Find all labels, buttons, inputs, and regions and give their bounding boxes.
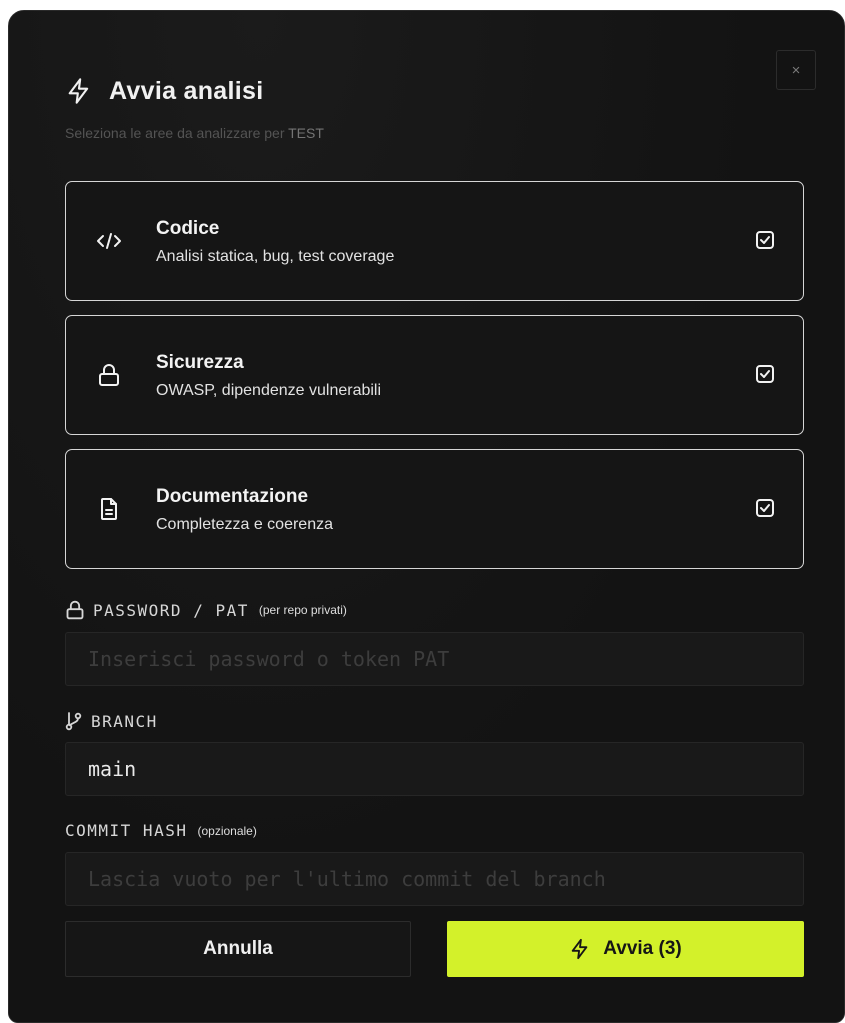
code-icon [94,226,124,256]
commit-hash-input[interactable]: Lascia vuoto per l'ultimo commit del bra… [65,852,804,906]
start-button-label: Avvia (3) [603,938,682,959]
document-icon [94,494,124,524]
checkbox-checked-icon[interactable] [755,364,775,384]
branch-input[interactable]: main [65,742,804,796]
branch-label-text: BRANCH [91,711,158,731]
password-label: PASSWORD / PAT (per repo privati) [65,600,347,620]
area-description: OWASP, dipendenze vulnerabili [156,382,382,399]
start-analysis-button[interactable]: Avvia (3) [447,921,804,977]
password-hint: (per repo privati) [258,603,347,617]
git-branch-icon [65,712,82,731]
area-title: Documentazione [156,486,309,507]
subtitle-text: Seleziona le aree da analizzare per [65,125,289,141]
close-button[interactable]: × [776,50,816,90]
commit-label: COMMIT HASH (opzionale) [65,821,257,840]
area-title: Codice [156,218,220,239]
commit-hint: (opzionale) [197,823,257,838]
branch-label: BRANCH [65,711,158,731]
checkbox-checked-icon[interactable] [755,498,775,518]
lock-icon [66,600,84,620]
area-card-sicurezza[interactable]: Sicurezza OWASP, dipendenze vulnerabili [65,315,804,435]
commit-label-text: COMMIT HASH [65,821,188,840]
area-description: Analisi statica, bug, test coverage [156,248,395,265]
area-card-codice[interactable]: Codice Analisi statica, bug, test covera… [65,181,804,301]
dialog-header: Avvia analisi [65,71,263,111]
dialog-title: Avvia analisi [109,76,264,105]
cancel-button[interactable]: Annulla [65,921,411,977]
project-name: TEST [288,125,324,141]
checkbox-checked-icon[interactable] [755,230,775,250]
lightning-icon [572,938,588,960]
lock-icon [94,360,124,390]
password-label-text: PASSWORD / PAT [93,600,249,620]
start-analysis-dialog: × Avvia analisi Seleziona le aree da ana… [8,10,845,1023]
dialog-subtitle: Seleziona le aree da analizzare per TEST [65,125,324,141]
area-title: Sicurezza [156,352,244,373]
password-input[interactable]: Inserisci password o token PAT [65,632,804,686]
area-description: Completezza e coerenza [156,516,333,533]
area-card-documentazione[interactable]: Documentazione Completezza e coerenza [65,449,804,569]
lightning-icon [68,78,89,104]
